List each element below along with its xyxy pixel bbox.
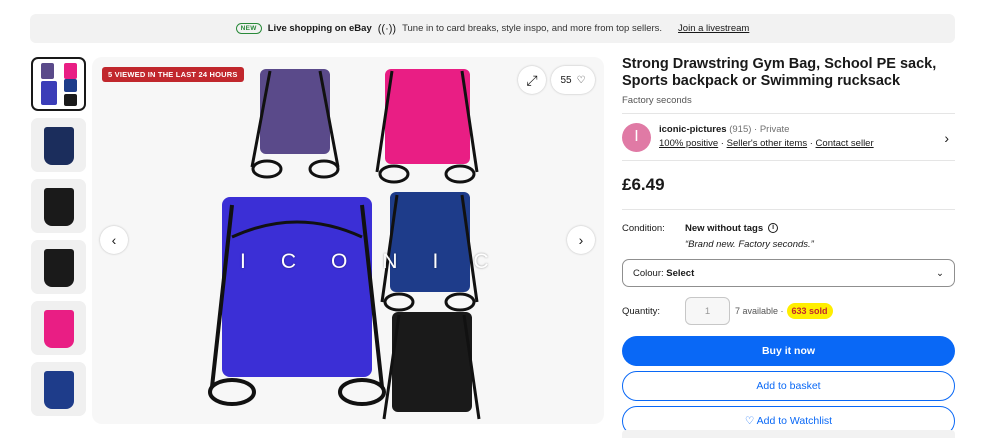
thumbnail-5[interactable] — [31, 301, 86, 355]
info-icon[interactable]: i — [768, 223, 779, 233]
expand-icon: ⤢ — [526, 71, 538, 88]
broadcast-icon: ((·)) — [377, 22, 397, 35]
image-watermark: ICONIC — [240, 250, 524, 273]
next-image-button[interactable]: › — [567, 226, 595, 254]
seller-name[interactable]: iconic-pictures — [659, 124, 727, 135]
chevron-right-icon: › — [578, 232, 584, 248]
seller-avatar: I — [622, 122, 651, 152]
join-livestream-link[interactable]: Join a livestream — [678, 23, 749, 34]
thumbnail-3[interactable] — [31, 179, 86, 233]
seller-feedback-count: (915) — [729, 124, 752, 135]
thumbnail-1[interactable] — [31, 57, 86, 111]
product-title: Strong Drawstring Gym Bag, School PE sac… — [622, 56, 937, 89]
condition-note: “Brand new. Factory seconds.” — [685, 239, 814, 250]
product-panel: Strong Drawstring Gym Bag, School PE sac… — [622, 56, 955, 436]
seller-card[interactable]: I iconic-pictures (915) · Private 100% p… — [622, 113, 955, 161]
product-subtitle: Factory seconds — [622, 95, 692, 106]
product-photo — [208, 69, 481, 420]
chevron-down-icon: ⌄ — [936, 267, 944, 279]
banner-title: Live shopping on eBay — [267, 23, 372, 34]
seller-info: iconic-pictures (915) · Private 100% pos… — [659, 124, 874, 149]
colour-value: Select — [666, 267, 695, 279]
sold-count: 633 sold — [786, 303, 833, 319]
condition-row: Condition: New without tags i — [622, 223, 955, 234]
thumbnail-6[interactable] — [31, 362, 86, 416]
watch-count-button[interactable]: 55 ♡ — [551, 66, 595, 94]
quantity-available: 7 available · — [735, 306, 784, 316]
watch-count: 55 — [560, 74, 572, 86]
new-badge: NEW — [235, 23, 262, 34]
heart-icon: ♡ — [576, 74, 586, 86]
thumbnail-2[interactable] — [31, 118, 86, 172]
condition-label: Condition: — [622, 223, 665, 234]
chevron-left-icon: ‹ — [111, 232, 117, 248]
seller-positive-link[interactable]: 100% positive — [659, 138, 718, 149]
bottom-panel-edge — [622, 430, 955, 438]
condition-value: New without tags — [685, 223, 764, 234]
add-to-basket-button[interactable]: Add to basket — [622, 371, 955, 401]
quantity-input[interactable]: 1 — [685, 297, 730, 325]
thumbnail-4[interactable] — [31, 240, 86, 294]
main-product-image[interactable]: ICONIC 5 VIEWED IN THE LAST 24 HOURS ⤢ 5… — [92, 57, 604, 424]
livestream-banner: NEW Live shopping on eBay ((·)) Tune in … — [30, 14, 955, 43]
colour-select[interactable]: Colour: Select ⌄ — [622, 259, 955, 287]
expand-button[interactable]: ⤢ — [518, 66, 546, 94]
banner-text: Tune in to card breaks, style inspo, and… — [402, 23, 663, 34]
prev-image-button[interactable]: ‹ — [100, 226, 128, 254]
seller-other-items-link[interactable]: Seller's other items — [727, 138, 807, 149]
chevron-right-icon[interactable]: › — [944, 130, 949, 146]
contact-seller-link[interactable]: Contact seller — [816, 138, 874, 149]
viewed-badge: 5 VIEWED IN THE LAST 24 HOURS — [102, 67, 244, 82]
colour-label: Colour: — [633, 267, 664, 279]
seller-type: · Private — [754, 124, 790, 135]
quantity-row: Quantity: 1 7 available · 633 sold — [622, 297, 955, 325]
buy-it-now-button[interactable]: Buy it now — [622, 336, 955, 366]
thumbnail-list — [31, 57, 86, 423]
quantity-label: Quantity: — [622, 305, 661, 317]
price: £6.49 — [622, 175, 955, 210]
